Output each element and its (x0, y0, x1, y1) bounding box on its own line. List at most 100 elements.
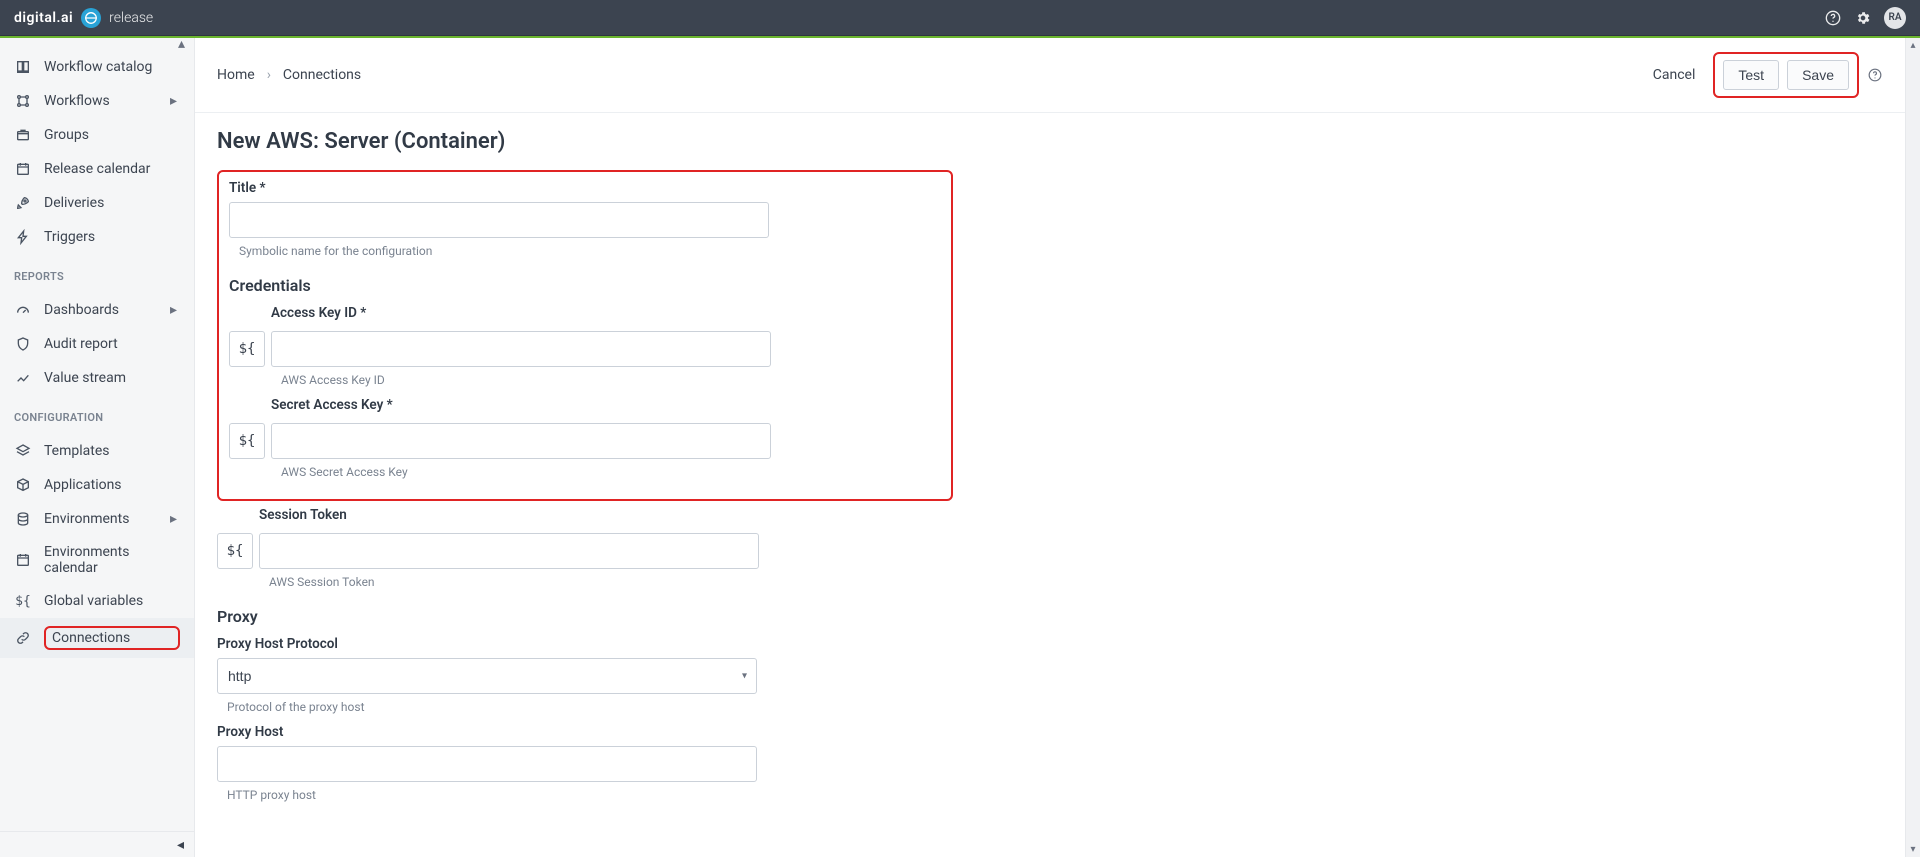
sidebar-section-configuration: CONFIGURATION (0, 401, 194, 428)
sidebar-item-label: Deliveries (44, 195, 180, 211)
book-icon (14, 58, 32, 76)
chevron-right-icon: ▸ (170, 302, 180, 318)
test-button[interactable]: Test (1723, 60, 1779, 90)
variable-picker-button[interactable]: ${ (217, 533, 253, 569)
bolt-icon (14, 228, 32, 246)
chevron-right-icon: › (267, 67, 271, 83)
avatar[interactable]: RA (1884, 7, 1906, 29)
scroll-up-icon: ▴ (1906, 40, 1920, 51)
shield-icon (14, 335, 32, 353)
variable-icon: ${ (14, 592, 32, 610)
proxy-protocol-help: Protocol of the proxy host (227, 700, 953, 714)
calendar-icon (14, 160, 32, 178)
sidebar-item-label: Global variables (44, 593, 180, 609)
access-key-help: AWS Access Key ID (281, 373, 941, 387)
top-nav: digital.ai release RA (0, 0, 1920, 36)
content: Home › Connections Cancel Test Save (195, 38, 1920, 857)
sidebar-item-label: Groups (44, 127, 180, 143)
cancel-button[interactable]: Cancel (1643, 61, 1706, 89)
sidebar-scroll-up[interactable]: ▴ (0, 38, 194, 44)
sidebar-item-environments[interactable]: Environments ▸ (0, 502, 194, 536)
sidebar-item-connections[interactable]: Connections (0, 618, 194, 658)
proxy-protocol-select[interactable] (217, 658, 757, 694)
sidebar-item-label: Triggers (44, 229, 180, 245)
title-help: Symbolic name for the configuration (239, 244, 941, 258)
breadcrumb-home[interactable]: Home (217, 67, 255, 83)
rocket-icon (14, 194, 32, 212)
scroll-down-icon: ▾ (1906, 844, 1920, 855)
section-proxy: Proxy (217, 607, 953, 626)
sidebar-item-environments-calendar[interactable]: Environments calendar (0, 536, 194, 584)
content-scrollbar[interactable]: ▴ ▾ (1905, 38, 1920, 857)
secret-key-help: AWS Secret Access Key (281, 465, 941, 479)
sidebar-item-label: Applications (44, 477, 180, 493)
variable-picker-button[interactable]: ${ (229, 423, 265, 459)
brand-icon (81, 8, 101, 28)
sidebar-item-value-stream[interactable]: Value stream (0, 361, 194, 395)
proxy-host-help: HTTP proxy host (227, 788, 953, 802)
proxy-host-label: Proxy Host (217, 724, 953, 740)
trend-icon (14, 369, 32, 387)
sidebar-item-applications[interactable]: Applications (0, 468, 194, 502)
session-token-help: AWS Session Token (269, 575, 953, 589)
sidebar-item-templates[interactable]: Templates (0, 434, 194, 468)
page-header: Home › Connections Cancel Test Save (195, 38, 1905, 113)
sidebar-item-groups[interactable]: Groups (0, 118, 194, 152)
proxy-protocol-label: Proxy Host Protocol (217, 636, 953, 652)
form: New AWS: Server (Container) Title * Symb… (195, 113, 975, 852)
sidebar-item-deliveries[interactable]: Deliveries (0, 186, 194, 220)
help-icon[interactable] (1824, 9, 1842, 27)
session-token-input[interactable] (259, 533, 759, 569)
secret-key-label: Secret Access Key * (271, 397, 941, 413)
sidebar-item-dashboards[interactable]: Dashboards ▸ (0, 293, 194, 327)
sidebar-item-workflow-catalog[interactable]: Workflow catalog (0, 50, 194, 84)
sidebar-item-release-calendar[interactable]: Release calendar (0, 152, 194, 186)
sidebar-item-label: Workflow catalog (44, 59, 180, 75)
sidebar-item-label: Dashboards (44, 302, 158, 318)
cube-icon (14, 476, 32, 494)
save-button[interactable]: Save (1787, 60, 1849, 90)
sidebar-item-workflows[interactable]: Workflows ▸ (0, 84, 194, 118)
access-key-input[interactable] (271, 331, 771, 367)
sidebar-item-triggers[interactable]: Triggers (0, 220, 194, 254)
sidebar: ▴ Workflow catalog Workflows ▸ Groups (0, 38, 195, 857)
title-input[interactable] (229, 202, 769, 238)
variable-picker-button[interactable]: ${ (229, 331, 265, 367)
session-token-label: Session Token (259, 507, 953, 523)
gear-icon[interactable] (1854, 9, 1872, 27)
sidebar-item-label: Release calendar (44, 161, 180, 177)
section-credentials: Credentials (229, 276, 941, 295)
proxy-host-input[interactable] (217, 746, 757, 782)
chevron-right-icon: ▸ (170, 93, 180, 109)
breadcrumb: Home › Connections (217, 67, 361, 83)
box-icon (14, 126, 32, 144)
sidebar-item-global-variables[interactable]: ${ Global variables (0, 584, 194, 618)
sidebar-item-audit-report[interactable]: Audit report (0, 327, 194, 361)
sidebar-item-label: Environments (44, 511, 158, 527)
topnav-right: RA (1824, 7, 1906, 29)
secret-key-input[interactable] (271, 423, 771, 459)
sidebar-item-label: Audit report (44, 336, 180, 352)
help-icon[interactable] (1867, 67, 1883, 83)
brand-logo-text: digital.ai (14, 10, 73, 26)
stack-icon (14, 510, 32, 528)
header-actions: Cancel Test Save (1643, 52, 1883, 98)
breadcrumb-current[interactable]: Connections (283, 67, 361, 83)
sidebar-item-label: Connections (44, 626, 180, 650)
title-label: Title * (229, 180, 941, 196)
sidebar-item-label: Workflows (44, 93, 158, 109)
flow-icon (14, 92, 32, 110)
layers-icon (14, 442, 32, 460)
chevron-right-icon: ▸ (170, 511, 180, 527)
chevron-left-icon: ◂ (177, 837, 184, 853)
brand: digital.ai release (14, 8, 153, 28)
link-icon (14, 629, 32, 647)
sidebar-collapse[interactable]: ◂ (0, 831, 194, 857)
sidebar-item-label: Environments calendar (44, 544, 180, 576)
sidebar-section-reports: REPORTS (0, 260, 194, 287)
brand-product-text: release (109, 10, 153, 26)
sidebar-item-label: Templates (44, 443, 180, 459)
page-title: New AWS: Server (Container) (217, 129, 953, 154)
sidebar-item-label: Value stream (44, 370, 180, 386)
access-key-label: Access Key ID * (271, 305, 941, 321)
